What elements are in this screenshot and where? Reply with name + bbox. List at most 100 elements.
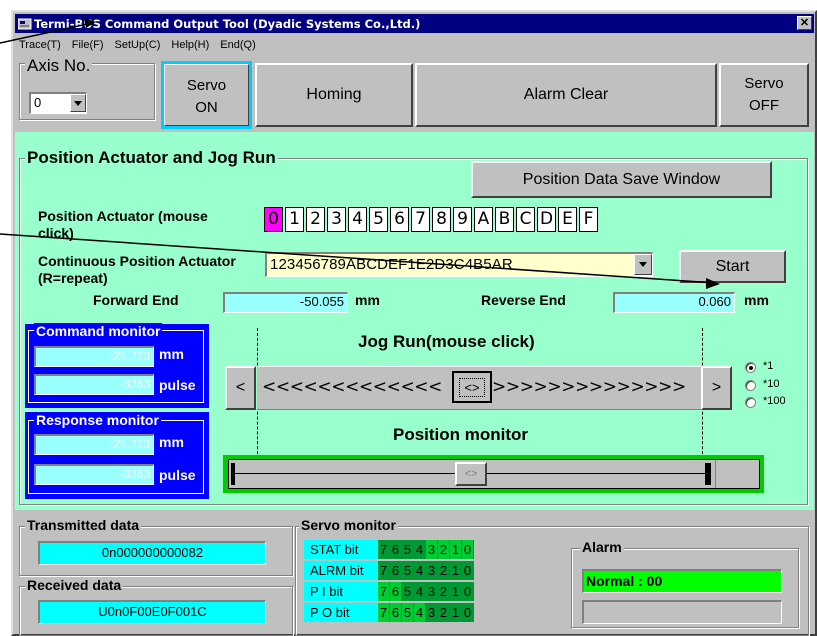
hex-cell-7[interactable]: 7 xyxy=(411,207,430,232)
po-bit-1: 1 xyxy=(450,603,462,622)
alarm-label: Alarm xyxy=(580,539,624,555)
transmitted-label: Transmitted data xyxy=(25,517,142,533)
servo-off-button[interactable]: Servo OFF xyxy=(719,63,809,127)
alrm-bit-row: ALRM bit 7 6 5 4 3 2 1 0 xyxy=(304,561,474,580)
position-monitor-bar: <> xyxy=(223,455,764,493)
hex-cell-4[interactable]: 4 xyxy=(348,207,367,232)
hex-cell-c[interactable]: C xyxy=(516,207,535,232)
position-monitor-thumb: <> xyxy=(455,462,487,486)
forward-end-marker xyxy=(231,463,235,485)
po-bit-0: 0 xyxy=(462,603,474,622)
menu-setup[interactable]: SetUp(C) xyxy=(115,39,161,51)
position-data-save-window-button[interactable]: Position Data Save Window xyxy=(471,161,772,198)
hex-cell-0[interactable]: 0 xyxy=(264,207,283,232)
hex-cell-1[interactable]: 1 xyxy=(285,207,304,232)
po-bit-2: 2 xyxy=(438,603,450,622)
menu-end[interactable]: End(Q) xyxy=(220,39,255,51)
servo-on-button[interactable]: Servo ON xyxy=(161,61,252,129)
pi-bit-5: 5 xyxy=(402,582,414,601)
close-button[interactable]: ✕ xyxy=(797,16,812,30)
jog-thumb[interactable]: <> xyxy=(452,371,492,403)
alrm-bit-5: 5 xyxy=(402,561,414,580)
jog-track[interactable]: <<<<<<<<<<<<< <> >>>>>>>>>>>>>> xyxy=(257,366,701,410)
window-title: Termi-BUS Command Output Tool (Dyadic Sy… xyxy=(34,16,421,31)
alarm-status-field: Normal : 00 xyxy=(582,569,782,593)
po-bit-row: P O bit 7 6 5 4 3 2 1 0 xyxy=(304,603,474,622)
response-mm-field: -25.223 xyxy=(34,434,154,455)
forward-end-label: Forward End xyxy=(93,292,179,308)
hex-cell-2[interactable]: 2 xyxy=(306,207,325,232)
pi-bit-6: 6 xyxy=(390,582,402,601)
stat-bit-1: 1 xyxy=(450,540,462,559)
jog-left-arrows: <<<<<<<<<<<<< xyxy=(262,377,442,397)
position-actuator-label: Position Actuator (mouse click) xyxy=(38,208,208,241)
hex-cell-b[interactable]: B xyxy=(495,207,514,232)
hex-cell-f[interactable]: F xyxy=(579,207,598,232)
rate-x10-radio[interactable] xyxy=(745,380,756,391)
alrm-bit-1: 1 xyxy=(450,561,462,580)
pi-bit-4: 4 xyxy=(414,582,426,601)
jog-run-label: Jog Run(mouse click) xyxy=(358,332,535,351)
hex-cell-9[interactable]: 9 xyxy=(453,207,472,232)
command-mm-unit: mm xyxy=(159,346,184,362)
jog-left-button[interactable]: < xyxy=(225,366,256,410)
position-monitor-track: <> xyxy=(228,459,760,489)
response-mm-unit: mm xyxy=(159,434,184,450)
menu-help[interactable]: Help(H) xyxy=(171,39,209,51)
chevron-down-icon xyxy=(74,101,82,106)
menu-file[interactable]: File(F) xyxy=(72,39,104,51)
hex-cell-3[interactable]: 3 xyxy=(327,207,346,232)
hex-cell-e[interactable]: E xyxy=(558,207,577,232)
pi-bit-3: 3 xyxy=(426,582,438,601)
po-bit-4: 4 xyxy=(414,603,426,622)
command-pulse-field: -3363 xyxy=(34,374,154,395)
alrm-bit-0: 0 xyxy=(462,561,474,580)
stat-bit-row: STAT bit 7 6 5 4 3 2 1 0 xyxy=(304,540,474,559)
alrm-bit-2: 2 xyxy=(438,561,450,580)
hex-cell-row: 0 1 2 3 4 5 6 7 8 9 A B C D E F xyxy=(264,207,784,232)
chevron-down-icon xyxy=(639,262,647,267)
continuous-sequence-combo[interactable]: 123456789ABCDEF1E2D3C4B5AR xyxy=(265,252,653,277)
alrm-bit-6: 6 xyxy=(390,561,402,580)
alarm-clear-button[interactable]: Alarm Clear xyxy=(415,63,717,127)
pi-bit-0: 0 xyxy=(462,582,474,601)
received-field: U0n0F00E0F001C xyxy=(38,600,266,624)
response-pulse-unit: pulse xyxy=(159,467,196,483)
forward-end-field[interactable]: -50.055 xyxy=(223,292,348,313)
pi-bit-label: P I bit xyxy=(304,582,378,601)
menu-trace[interactable]: Trace(T) xyxy=(19,39,61,51)
stat-bit-7: 7 xyxy=(378,540,390,559)
reverse-end-field[interactable]: 0.060 xyxy=(613,292,735,313)
stat-bit-6: 6 xyxy=(390,540,402,559)
po-bit-6: 6 xyxy=(390,603,402,622)
stat-bit-3: 3 xyxy=(426,540,438,559)
rate-x100-radio[interactable] xyxy=(745,397,756,408)
servo-monitor-label: Servo monitor xyxy=(299,517,398,533)
reverse-end-unit: mm xyxy=(744,292,769,308)
menu-bar: Trace(T) File(F) SetUp(C) Help(H) End(Q) xyxy=(15,35,256,54)
po-bit-label: P O bit xyxy=(304,603,378,622)
rate-x10-label: *10 xyxy=(763,378,780,390)
axis-value: 0 xyxy=(34,95,42,110)
start-button[interactable]: Start xyxy=(679,250,786,283)
jog-right-arrows: >>>>>>>>>>>>>> xyxy=(492,377,686,397)
hex-cell-8[interactable]: 8 xyxy=(432,207,451,232)
position-monitor-label: Position monitor xyxy=(393,425,529,444)
forward-end-unit: mm xyxy=(355,292,380,308)
homing-button[interactable]: Homing xyxy=(255,63,413,127)
response-pulse-field: -3363 xyxy=(34,464,154,485)
alrm-bit-4: 4 xyxy=(414,561,426,580)
hex-cell-5[interactable]: 5 xyxy=(369,207,388,232)
pi-bit-row: P I bit 7 6 5 4 3 2 1 0 xyxy=(304,582,474,601)
hex-cell-d[interactable]: D xyxy=(537,207,556,232)
hex-cell-6[interactable]: 6 xyxy=(390,207,409,232)
pi-bit-1: 1 xyxy=(450,582,462,601)
jog-right-button[interactable]: > xyxy=(701,366,732,410)
sequence-dropdown-button[interactable] xyxy=(634,254,652,275)
continuous-sequence-value: 123456789ABCDEF1E2D3C4B5AR xyxy=(270,256,513,273)
hex-cell-a[interactable]: A xyxy=(474,207,493,232)
dropdown-button[interactable] xyxy=(70,94,86,112)
rate-x1-radio[interactable] xyxy=(745,362,756,373)
stat-bit-5: 5 xyxy=(402,540,414,559)
axis-select[interactable]: 0 xyxy=(29,92,87,114)
